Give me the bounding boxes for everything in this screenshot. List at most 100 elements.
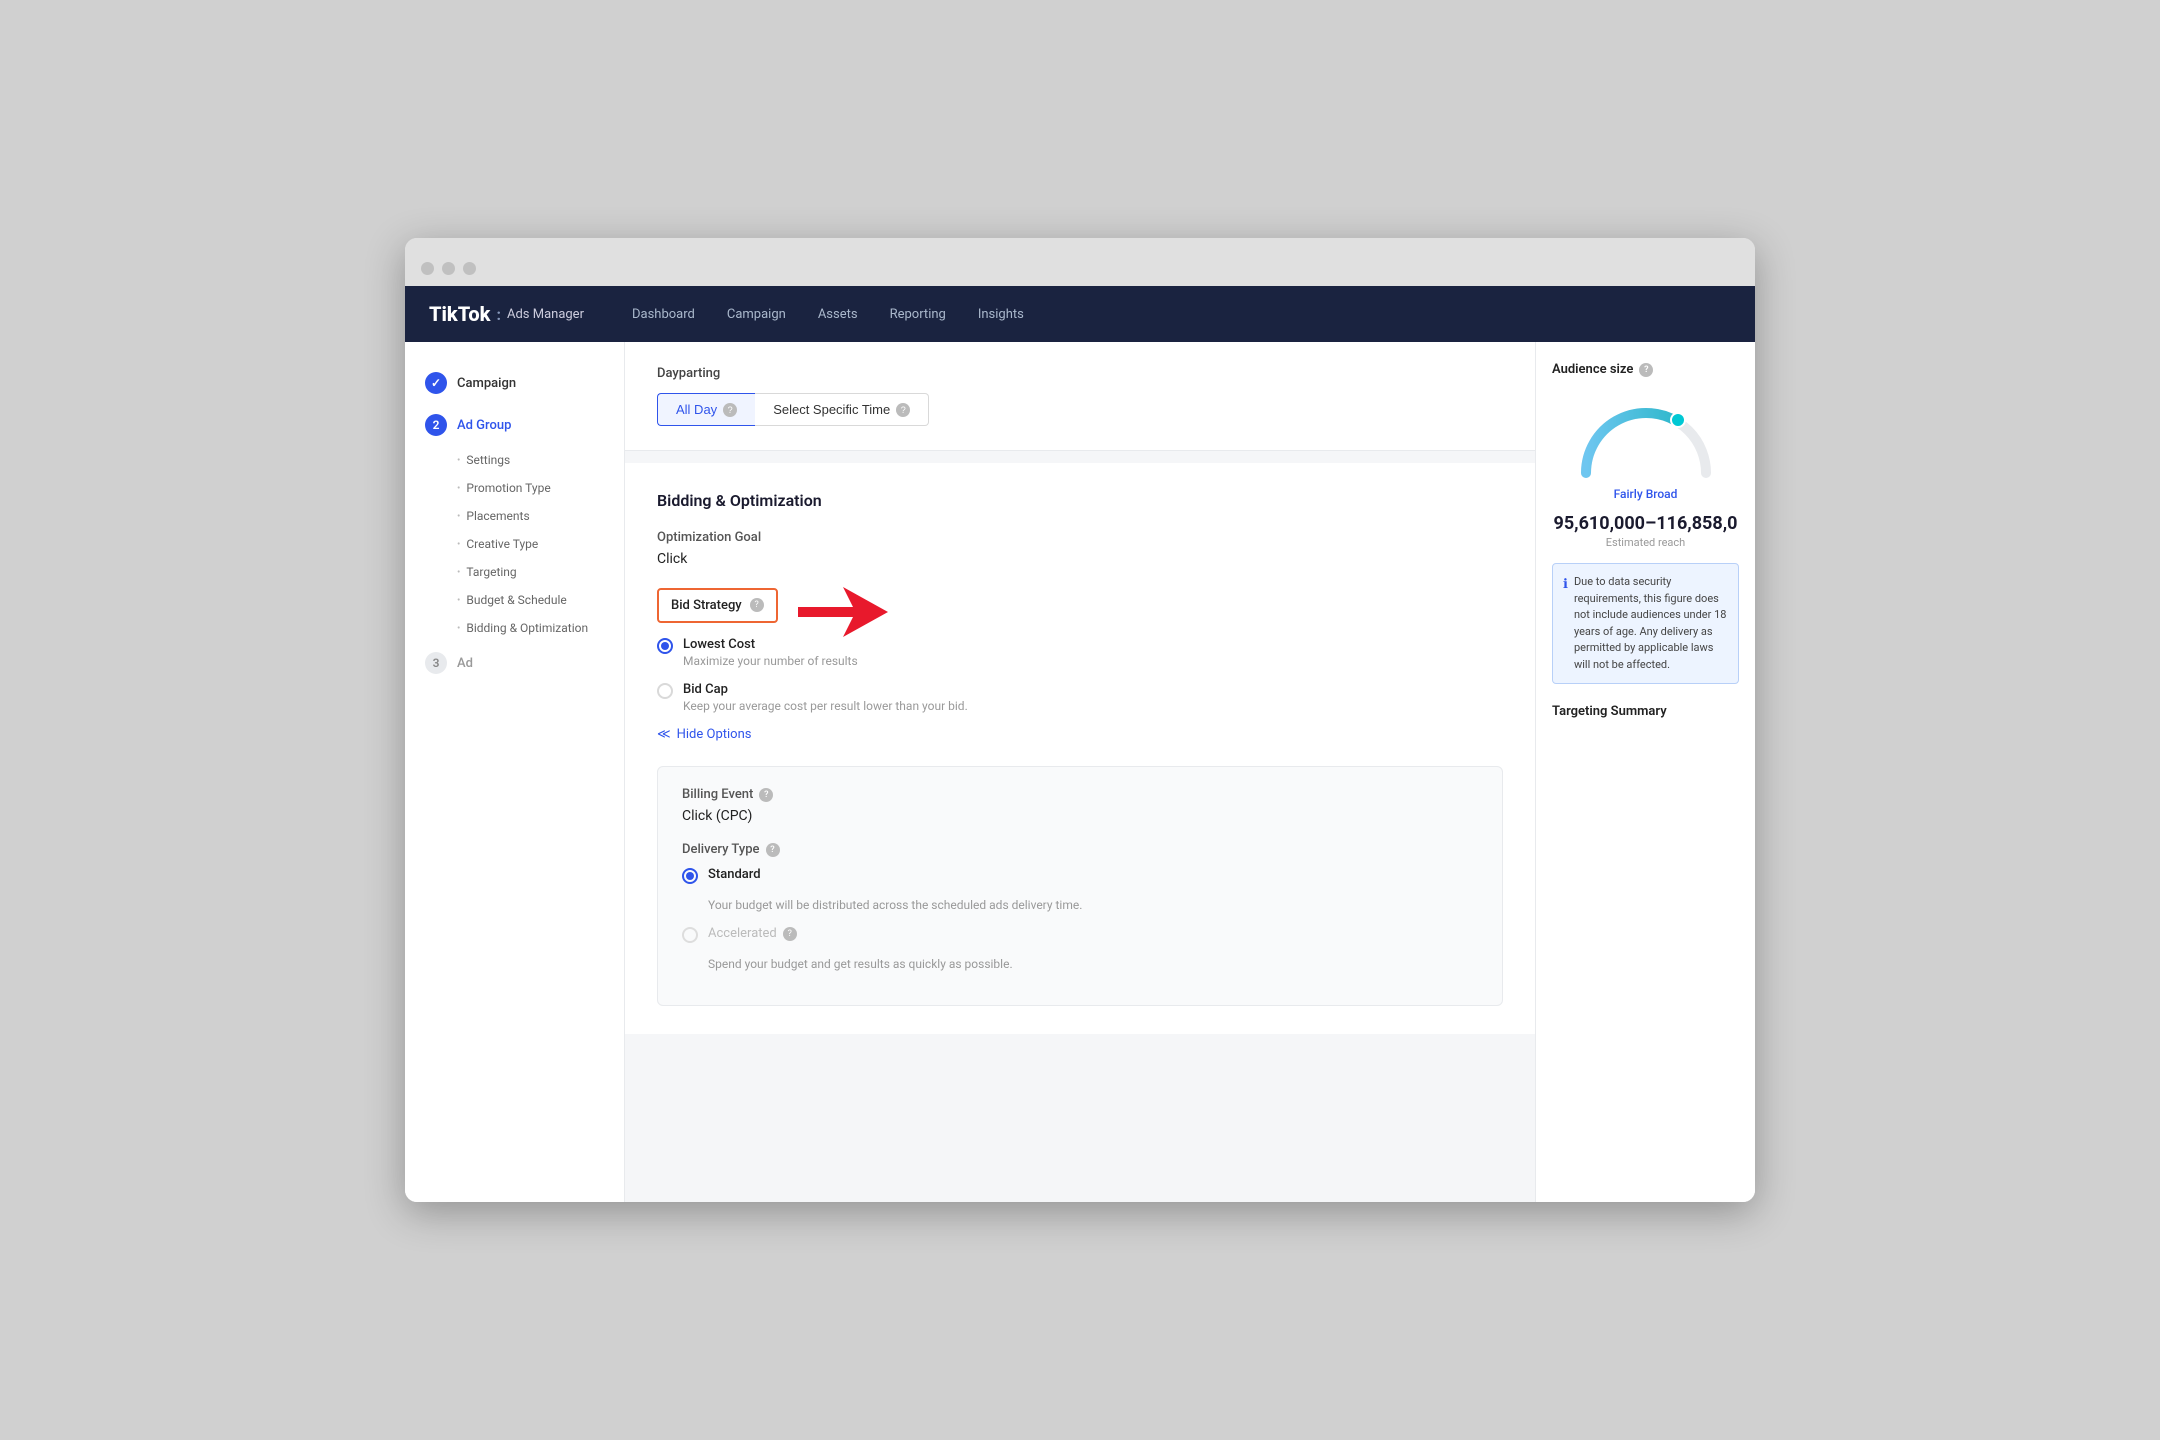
data-security-info-box: ℹ Due to data security requirements, thi… <box>1552 563 1739 684</box>
traffic-light-minimize[interactable] <box>442 262 455 275</box>
dayparting-options: All Day ? Select Specific Time ? <box>657 393 1503 426</box>
standard-delivery-content: Standard <box>708 867 761 882</box>
lowest-cost-content: Lowest Cost Maximize your number of resu… <box>683 637 858 668</box>
all-day-label: All Day <box>676 402 717 417</box>
traffic-light-maximize[interactable] <box>463 262 476 275</box>
all-day-info-icon: ? <box>723 403 737 417</box>
hide-options-link[interactable]: ≪ Hide Options <box>657 727 1503 742</box>
accelerated-delivery-option: Accelerated ? <box>682 926 1478 943</box>
standard-delivery-radio[interactable] <box>682 868 698 884</box>
specific-time-info-icon: ? <box>896 403 910 417</box>
top-nav: TikTok : Ads Manager Dashboard Campaign … <box>405 286 1755 342</box>
traffic-light-close[interactable] <box>421 262 434 275</box>
bidding-section-title: Bidding & Optimization <box>657 491 1503 510</box>
sidebar-sub-targeting-label: Targeting <box>466 565 516 579</box>
sidebar-step-campaign[interactable]: ✓ Campaign <box>405 362 624 404</box>
sidebar-sub-creative-label: Creative Type <box>466 537 538 551</box>
nav-insights[interactable]: Insights <box>978 303 1024 326</box>
nav-reporting[interactable]: Reporting <box>890 303 946 326</box>
gauge-svg <box>1566 393 1726 483</box>
sidebar-sub-bidding-label: Bidding & Optimization <box>466 621 588 635</box>
bid-cap-label: Bid Cap <box>683 682 968 697</box>
nav-assets[interactable]: Assets <box>818 303 858 326</box>
delivery-type-info-icon: ? <box>766 843 780 857</box>
browser-window: TikTok : Ads Manager Dashboard Campaign … <box>405 238 1755 1202</box>
standard-delivery-option[interactable]: Standard <box>682 867 1478 884</box>
select-specific-label: Select Specific Time <box>773 402 890 417</box>
bid-strategy-header: Bid Strategy ? <box>657 588 778 623</box>
billing-delivery-section: Billing Event ? Click (CPC) Delivery Typ… <box>657 766 1503 1006</box>
bid-strategy-label: Bid Strategy <box>671 598 742 613</box>
arrow-annotation <box>798 587 888 637</box>
nav-campaign[interactable]: Campaign <box>727 303 786 326</box>
sidebar-sub-budget[interactable]: Budget & Schedule <box>405 586 624 614</box>
app-body: ✓ Campaign 2 Ad Group Settings Promotion… <box>405 342 1755 1202</box>
sidebar-sub-targeting[interactable]: Targeting <box>405 558 624 586</box>
accelerated-delivery-radio <box>682 927 698 943</box>
sidebar-sub-creative[interactable]: Creative Type <box>405 530 624 558</box>
reach-number: 95,610,000–116,858,0 <box>1552 513 1739 534</box>
billing-event-value: Click (CPC) <box>682 808 1478 824</box>
accelerated-delivery-content: Accelerated ? <box>708 926 797 941</box>
sidebar-sub-bidding[interactable]: Bidding & Optimization <box>405 614 624 642</box>
info-box-icon: ℹ <box>1563 575 1568 673</box>
step-circle-ad: 3 <box>425 652 447 674</box>
audience-size-info-icon: ? <box>1639 363 1653 377</box>
bid-cap-radio[interactable] <box>657 683 673 699</box>
opt-goal-value: Click <box>657 551 1503 567</box>
lowest-cost-desc: Maximize your number of results <box>683 654 858 668</box>
browser-chrome <box>405 238 1755 286</box>
bid-cap-desc: Keep your average cost per result lower … <box>683 699 968 713</box>
sidebar-step-adgroup-label: Ad Group <box>457 418 511 433</box>
brand-logo: TikTok : Ads Manager <box>429 302 584 326</box>
bidding-section: Bidding & Optimization Optimization Goal… <box>625 463 1535 1034</box>
sidebar-sub-promotion-label: Promotion Type <box>466 481 550 495</box>
sidebar-step-ad-label: Ad <box>457 656 473 671</box>
audience-size-title: Audience size ? <box>1552 362 1739 377</box>
bid-strategy-row: Bid Strategy ? <box>657 587 1503 637</box>
step-circle-adgroup: 2 <box>425 414 447 436</box>
ads-manager-label: Ads Manager <box>507 307 584 322</box>
step-circle-campaign: ✓ <box>425 372 447 394</box>
opt-goal-label: Optimization Goal <box>657 530 1503 545</box>
lowest-cost-option[interactable]: Lowest Cost Maximize your number of resu… <box>657 637 1503 668</box>
billing-event-label: Billing Event ? <box>682 787 1478 802</box>
sidebar-step-ad[interactable]: 3 Ad <box>405 642 624 684</box>
all-day-button[interactable]: All Day ? <box>657 393 755 426</box>
delivery-type-label: Delivery Type ? <box>682 842 1478 857</box>
right-panel: Audience size ? <box>1535 342 1755 1202</box>
main-content: Dayparting All Day ? Select Specific Tim… <box>625 342 1535 1202</box>
standard-delivery-label: Standard <box>708 867 761 882</box>
sidebar: ✓ Campaign 2 Ad Group Settings Promotion… <box>405 342 625 1202</box>
bid-strategy-info-icon: ? <box>750 598 764 612</box>
bid-cap-option[interactable]: Bid Cap Keep your average cost per resul… <box>657 682 1503 713</box>
info-box-text: Due to data security requirements, this … <box>1574 574 1728 673</box>
sidebar-sub-placements[interactable]: Placements <box>405 502 624 530</box>
lowest-cost-radio[interactable] <box>657 638 673 654</box>
dayparting-label: Dayparting <box>657 366 1503 381</box>
bid-cap-content: Bid Cap Keep your average cost per resul… <box>683 682 968 713</box>
standard-delivery-desc: Your budget will be distributed across t… <box>708 898 1478 912</box>
billing-event-info-icon: ? <box>759 788 773 802</box>
reach-sub-label: Estimated reach <box>1552 536 1739 549</box>
sidebar-sub-budget-label: Budget & Schedule <box>466 593 566 607</box>
red-arrow-icon <box>798 587 888 637</box>
sidebar-step-adgroup[interactable]: 2 Ad Group <box>405 404 624 446</box>
sidebar-sub-settings[interactable]: Settings <box>405 446 624 474</box>
accelerated-info-icon: ? <box>783 927 797 941</box>
dayparting-section: Dayparting All Day ? Select Specific Tim… <box>625 342 1535 451</box>
nav-dashboard[interactable]: Dashboard <box>632 303 695 326</box>
chevron-down-icon: ≪ <box>657 727 671 742</box>
sidebar-step-campaign-label: Campaign <box>457 376 516 391</box>
gauge-chart: Fairly Broad <box>1552 393 1739 501</box>
accelerated-delivery-label: Accelerated ? <box>708 926 797 941</box>
hide-options-label: Hide Options <box>677 727 752 742</box>
tiktok-wordmark: TikTok <box>429 302 490 326</box>
sidebar-sub-promotion[interactable]: Promotion Type <box>405 474 624 502</box>
lowest-cost-label: Lowest Cost <box>683 637 858 652</box>
accelerated-delivery-desc: Spend your budget and get results as qui… <box>708 957 1478 971</box>
gauge-label: Fairly Broad <box>1614 487 1678 501</box>
sidebar-sub-settings-label: Settings <box>466 453 510 467</box>
select-specific-time-button[interactable]: Select Specific Time ? <box>755 393 929 426</box>
brand-divider: : <box>496 305 501 324</box>
